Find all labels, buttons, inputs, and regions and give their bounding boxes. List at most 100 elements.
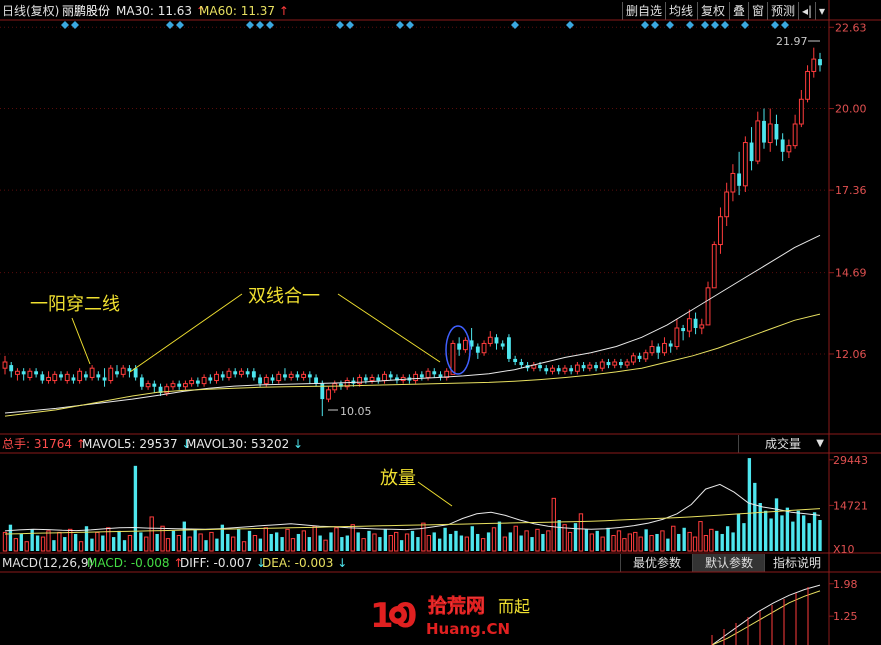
watermark-logo: 10 拾荒网 Huang.CN 而起 [370, 594, 530, 638]
candle-body [96, 374, 101, 378]
candle-body [656, 346, 661, 353]
volume-bar [774, 498, 779, 551]
volume-bar [432, 532, 436, 551]
volume-bar [372, 533, 377, 552]
volume-bar [204, 540, 208, 551]
candle-body [276, 373, 282, 382]
annotation-yang: 一阳穿二线 [30, 294, 120, 315]
volume-bar [290, 538, 296, 552]
volume-bar [187, 536, 192, 552]
info-diamond-icon [166, 21, 174, 29]
candle-body [811, 58, 817, 72]
volume-bar [785, 507, 790, 551]
info-diamond-icon [266, 21, 274, 29]
candle-body [693, 318, 698, 328]
volume-bar [52, 540, 56, 551]
volume-bar [807, 523, 811, 551]
candle-body [376, 377, 381, 381]
candle-body [2, 361, 8, 369]
volume-bar [307, 537, 311, 551]
volume-bar [567, 531, 573, 552]
candle-body [307, 374, 312, 378]
candle-body [581, 365, 586, 369]
candle-body [612, 361, 618, 366]
volume-bar [709, 528, 714, 552]
watermark-gear-hub [394, 611, 402, 619]
volume-bar [13, 538, 19, 552]
info-diamond-icon [61, 21, 69, 29]
volume-bar [725, 526, 730, 551]
volume-bar [692, 536, 698, 552]
volume-bar [802, 515, 806, 551]
volume-bar [682, 527, 686, 551]
volume-bar [758, 503, 762, 551]
candle-body [755, 120, 761, 162]
volume-bar [769, 518, 773, 551]
volume-tick-label: X10 [833, 543, 855, 556]
volume-bar [677, 533, 681, 551]
candle-body [258, 377, 262, 384]
candle-body [774, 124, 779, 140]
price-tick-label: 17.36 [835, 184, 867, 197]
candle-body [21, 371, 26, 375]
ma-line-ma60 [4, 313, 821, 417]
volume-bar [247, 530, 252, 551]
candle-body [283, 374, 287, 378]
candle-body [127, 368, 132, 372]
candle-body [59, 374, 63, 378]
candle-body [649, 346, 655, 354]
volume-bar [241, 541, 247, 552]
volume-bar [649, 535, 654, 552]
volume-bar [470, 526, 474, 551]
info-diamond-icon [741, 21, 749, 29]
volume-bar [193, 529, 197, 551]
candle-body [630, 355, 636, 363]
volume-bar [562, 524, 567, 552]
volume-bar [421, 522, 426, 552]
candle-body [288, 373, 294, 378]
candle-body [674, 327, 680, 348]
volume-bar [763, 510, 768, 551]
volume-bar [367, 530, 371, 551]
volume-bar [573, 523, 578, 551]
candle-body [475, 346, 480, 353]
candle-body [226, 370, 232, 378]
volume-bar [301, 530, 307, 552]
volume-bar [448, 533, 453, 551]
annotation-volume: 放量 [380, 468, 416, 489]
candle-body [818, 59, 822, 66]
chart-canvas[interactable]: 22.63 20.00 17.36 14.69 12.06 29443 14721 X10 1.… [0, 0, 881, 645]
candle-body [214, 373, 219, 382]
volume-bar [443, 527, 447, 551]
candle-body [52, 373, 58, 382]
volume-bar [508, 532, 512, 551]
volume-bar [720, 533, 724, 551]
volume-ma-line-mavol5 [4, 483, 821, 532]
candle-body [624, 361, 630, 366]
volume-bar [296, 533, 301, 551]
candle-body [263, 376, 269, 385]
volume-bar [715, 530, 719, 551]
candle-body [419, 374, 424, 378]
candle-body [786, 145, 792, 153]
candle-body [556, 368, 561, 372]
volume-bar [236, 529, 241, 551]
volume-bar [535, 528, 540, 552]
candle-body [413, 373, 419, 382]
volume-bar [541, 533, 545, 551]
volume-bar [280, 537, 284, 551]
candle-body [115, 371, 119, 375]
candle-body [550, 367, 555, 372]
volume-bar [345, 535, 349, 551]
volume-bar [2, 531, 8, 552]
volume-bar [589, 533, 594, 552]
volume-bar [578, 513, 584, 552]
candle-body [388, 374, 393, 378]
candle-body [619, 362, 623, 366]
candle-body [238, 370, 244, 375]
volume-bar [399, 540, 404, 551]
volume-bar [171, 530, 176, 551]
annotation-merge-arrow-right [337, 293, 441, 363]
volume-bar [736, 513, 741, 551]
info-diamond-icon [336, 21, 344, 29]
